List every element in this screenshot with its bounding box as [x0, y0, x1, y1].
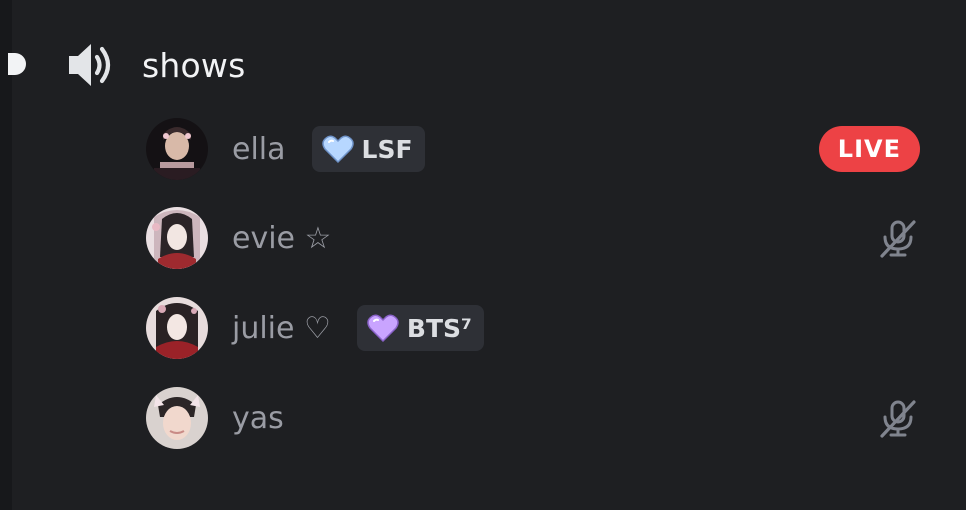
- avatar: [146, 297, 208, 359]
- voice-user-ella[interactable]: ella LSF LIVE: [146, 118, 922, 180]
- user-tag-badge[interactable]: LSF: [311, 126, 425, 172]
- muted-microphone-icon: [880, 220, 916, 258]
- voice-channel-shows[interactable]: shows: [66, 38, 245, 92]
- avatar: [146, 118, 208, 180]
- channel-name: shows: [142, 45, 246, 85]
- user-tag-badge[interactable]: BTS⁷: [356, 305, 484, 351]
- username: yas: [232, 400, 284, 436]
- voice-user-evie[interactable]: evie ☆: [146, 207, 922, 269]
- voice-user-yas[interactable]: yas: [146, 387, 922, 449]
- unread-indicator: [8, 53, 26, 75]
- username: julie ♡: [232, 310, 331, 346]
- voice-user-julie[interactable]: julie ♡ BTS⁷: [146, 297, 922, 359]
- user-tag-text: BTS⁷: [406, 313, 472, 343]
- avatar: [146, 207, 208, 269]
- light-blue-heart-icon: [321, 135, 354, 164]
- speaker-icon: [69, 44, 111, 86]
- server-sidebar-edge: [0, 0, 12, 510]
- user-tag-text: LSF: [361, 134, 413, 164]
- muted-microphone-icon: [880, 400, 916, 438]
- avatar: [146, 387, 208, 449]
- purple-heart-icon: [367, 314, 399, 343]
- live-badge: LIVE: [818, 126, 920, 172]
- username: evie ☆: [232, 220, 332, 256]
- username: ella: [232, 131, 286, 167]
